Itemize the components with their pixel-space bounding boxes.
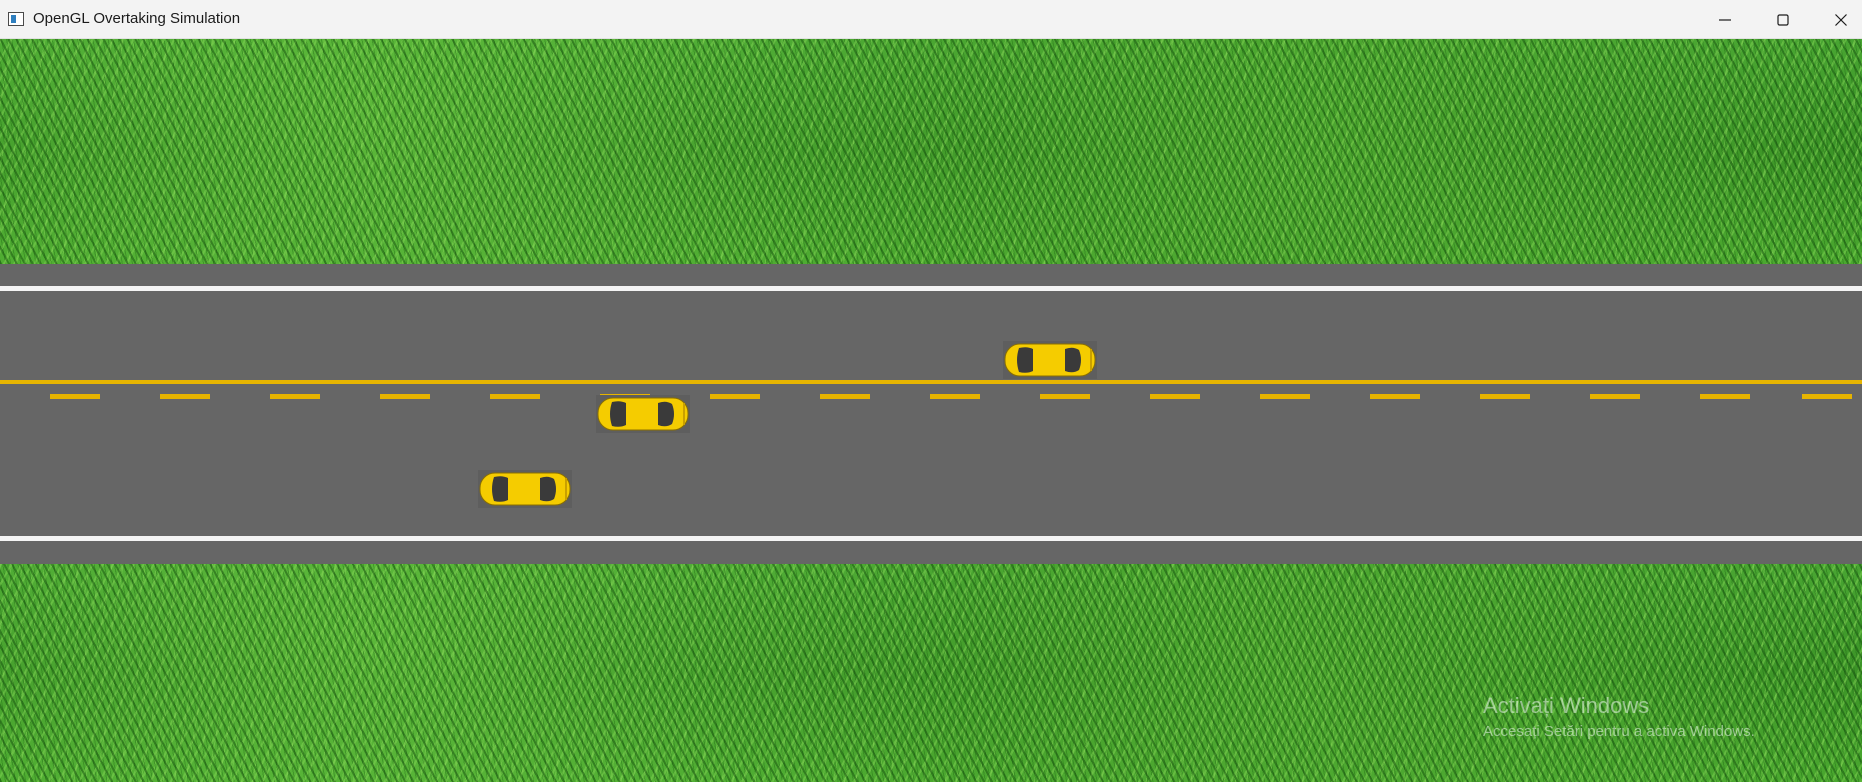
app-window: OpenGL Overtaking Simulation Activați Wi…: [0, 0, 1862, 782]
simulation-viewport: Activați Windows Accesați Setări pentru …: [0, 39, 1862, 782]
road: [0, 264, 1862, 564]
activation-watermark-subtitle: Accesați Setări pentru a activa Windows.: [1483, 723, 1755, 740]
road-edge-line-bottom: [0, 536, 1862, 541]
road-edge-line-top: [0, 286, 1862, 291]
minimize-button[interactable]: [1696, 0, 1754, 39]
close-icon: [1835, 14, 1847, 26]
road-center-solid-line: [0, 380, 1862, 384]
road-center-dashed-line: [0, 394, 1862, 399]
minimize-icon: [1719, 19, 1731, 21]
activation-watermark-title: Activați Windows: [1483, 693, 1650, 718]
car-center-overtaking: [596, 395, 690, 433]
title-bar: OpenGL Overtaking Simulation: [0, 0, 1862, 39]
close-button[interactable]: [1812, 0, 1862, 39]
app-window-icon: [8, 12, 24, 26]
maximize-button[interactable]: [1754, 0, 1812, 39]
car-upper-lane: [1003, 341, 1097, 379]
car-lower-lane: [478, 470, 572, 508]
grass-top: [0, 39, 1862, 264]
window-title: OpenGL Overtaking Simulation: [33, 10, 241, 27]
grass-bottom: [0, 564, 1862, 782]
maximize-icon: [1777, 14, 1789, 26]
